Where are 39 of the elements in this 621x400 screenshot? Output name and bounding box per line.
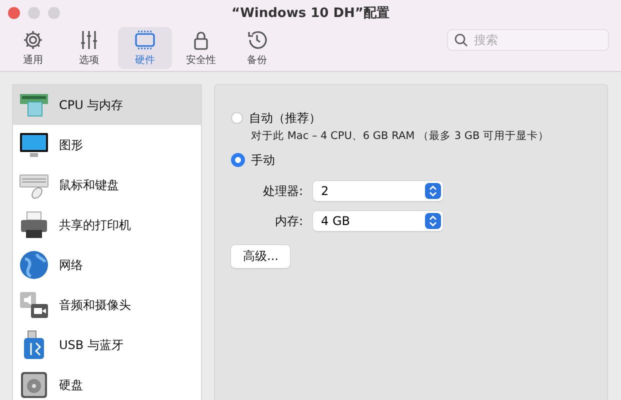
sidebar-item[interactable]: CPU 与内存 xyxy=(13,85,201,125)
radio-button[interactable] xyxy=(231,153,245,167)
zoom-button[interactable] xyxy=(48,7,60,19)
window-title: “Windows 10 DH”配置 xyxy=(232,5,390,22)
toolbar-tab[interactable]: 通用 xyxy=(6,27,60,69)
sidebar-item[interactable]: 硬盘 xyxy=(13,365,201,400)
chip-icon xyxy=(134,29,156,51)
monitor-icon xyxy=(19,130,49,160)
toolbar-tab[interactable]: 安全性 xyxy=(174,27,228,69)
field-label: 内存: xyxy=(274,212,303,230)
search-field[interactable]: 搜索 xyxy=(447,29,609,51)
close-button[interactable] xyxy=(8,7,20,19)
hint-text: 对于此 Mac – 4 CPU、6 GB RAM （最多 3 GB 可用于显卡） xyxy=(251,129,550,143)
stepper-icon xyxy=(425,213,441,229)
sliders-icon xyxy=(78,29,100,51)
dropdown[interactable]: 2 xyxy=(313,181,443,201)
field-label: 处理器: xyxy=(262,182,303,200)
toolbar-tab[interactable]: 硬件 xyxy=(118,27,172,69)
sidebar-item[interactable]: 网络 xyxy=(13,245,201,285)
gear-icon xyxy=(22,29,44,51)
sidebar-item[interactable]: 共享的打印机 xyxy=(13,205,201,245)
toolbar-tab[interactable]: 备份 xyxy=(230,27,284,69)
radio-button[interactable] xyxy=(231,112,243,124)
sidebar-item[interactable]: 音频和摄像头 xyxy=(13,285,201,325)
stepper-icon xyxy=(425,183,441,199)
sidebar-item[interactable]: 图形 xyxy=(13,125,201,165)
toolbar-tab[interactable]: 选项 xyxy=(62,27,116,69)
dropdown[interactable]: 4 GB xyxy=(313,211,443,231)
radio-label: 手动 xyxy=(251,152,275,168)
advanced-button[interactable]: 高级... xyxy=(231,245,290,268)
minimize-button[interactable] xyxy=(28,7,40,19)
speaker-icon xyxy=(19,290,49,320)
radio-label: 自动（推荐） xyxy=(249,110,321,126)
sidebar-item[interactable]: 鼠标和键盘 xyxy=(13,165,201,205)
printer-icon xyxy=(19,210,49,240)
globe-icon xyxy=(19,250,49,280)
search-icon xyxy=(454,33,468,47)
clock-icon xyxy=(246,29,268,51)
sidebar-item[interactable]: USB 与蓝牙 xyxy=(13,325,201,365)
